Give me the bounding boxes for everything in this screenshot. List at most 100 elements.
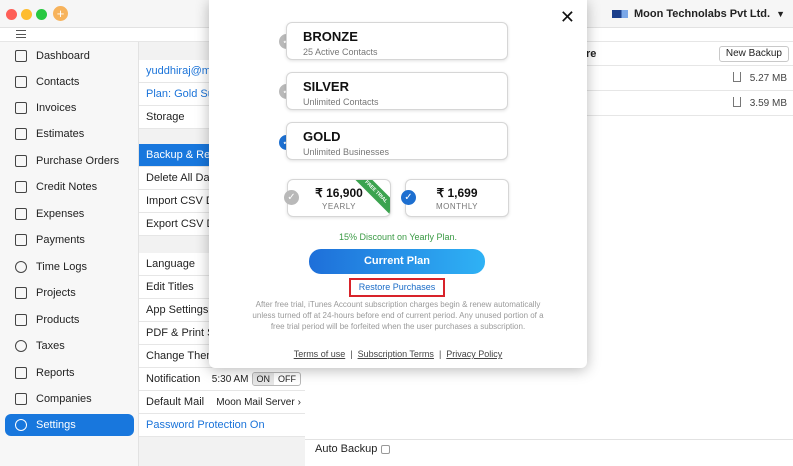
add-icon[interactable]: + xyxy=(53,6,68,21)
cart-icon xyxy=(15,155,27,167)
plan-card-gold[interactable]: GOLD Unlimited Businesses xyxy=(286,122,508,160)
toggle-off[interactable]: OFF xyxy=(274,373,300,385)
wallet-icon xyxy=(15,208,27,220)
sidebar-item-companies[interactable]: Companies xyxy=(5,388,134,410)
minimize-window-button[interactable] xyxy=(21,9,32,20)
link-separator: | xyxy=(438,349,442,359)
sidebar-item-label: Time Logs xyxy=(36,261,87,273)
link-separator: | xyxy=(350,349,353,359)
share-icon[interactable] xyxy=(733,72,741,82)
backup-size: 5.27 MB xyxy=(749,73,787,84)
clock-icon xyxy=(15,261,27,273)
zoom-window-button[interactable] xyxy=(36,9,47,20)
sidebar-item-label: Credit Notes xyxy=(36,181,98,193)
legal-links: Terms of use | Subscription Terms | Privacy … xyxy=(209,349,587,359)
notification-time[interactable]: 5:30 AM xyxy=(212,374,249,385)
price-period: YEARLY xyxy=(322,202,356,211)
sidebar-item-estimates[interactable]: Estimates xyxy=(5,123,134,145)
plan-name: SILVER xyxy=(303,79,349,94)
invoice-icon xyxy=(15,102,27,114)
sidebar-item-label: Purchase Orders xyxy=(36,155,120,167)
check-selected-icon: ✓ xyxy=(401,190,416,205)
close-window-button[interactable] xyxy=(6,9,17,20)
company-selector[interactable]: Moon Technolabs Pvt Ltd. ▼ xyxy=(612,6,785,22)
plan-name: GOLD xyxy=(303,129,341,144)
plan-card-silver[interactable]: SILVER Unlimited Contacts xyxy=(286,72,508,110)
contacts-icon xyxy=(15,76,27,88)
sidebar-item-invoices[interactable]: Invoices xyxy=(5,97,134,119)
sidebar-item-contacts[interactable]: Contacts xyxy=(5,71,134,93)
folder-icon xyxy=(15,287,27,299)
notification-item: Notification 5:30 AM ON OFF xyxy=(139,368,305,391)
plan-name: BRONZE xyxy=(303,29,358,44)
chevron-icon: › xyxy=(297,396,301,408)
credit-note-icon xyxy=(15,181,27,193)
home-icon xyxy=(15,50,27,62)
sidebar-item-projects[interactable]: Projects xyxy=(5,282,134,304)
estimate-icon xyxy=(15,128,27,140)
default-mail-item[interactable]: Default Mail Moon Mail Server › xyxy=(139,391,305,414)
sidebar-item-products[interactable]: Products xyxy=(5,309,134,331)
subscription-terms-link[interactable]: Subscription Terms xyxy=(358,349,434,359)
plan-description: Unlimited Contacts xyxy=(303,97,379,107)
sidebar-item-credit-notes[interactable]: Credit Notes xyxy=(5,176,134,198)
subscription-modal: ✕ ✓ BRONZE 25 Active Contacts ✓ SILVER U… xyxy=(209,0,587,368)
default-mail-value: Moon Mail Server xyxy=(216,396,295,408)
sidebar-item-label: Settings xyxy=(36,419,76,431)
price-card-monthly[interactable]: ₹ 1,699 MONTHLY xyxy=(405,179,509,217)
sidebar-item-label: Estimates xyxy=(36,128,85,140)
sidebar-item-label: Invoices xyxy=(36,102,77,114)
payment-icon xyxy=(15,234,27,246)
plan-description: 25 Active Contacts xyxy=(303,47,378,57)
gear-icon xyxy=(15,419,27,431)
plan-description: Unlimited Businesses xyxy=(303,147,390,157)
box-icon xyxy=(15,314,27,326)
price-period: MONTHLY xyxy=(435,202,479,211)
sidebar-item-reports[interactable]: Reports xyxy=(5,362,134,384)
menu-icon[interactable] xyxy=(16,30,26,38)
notification-toggle[interactable]: ON OFF xyxy=(251,372,301,386)
password-protection-item[interactable]: Password Protection On xyxy=(139,414,305,437)
auto-backup-option[interactable]: Auto Backup xyxy=(315,443,391,455)
close-icon[interactable]: ✕ xyxy=(560,8,575,26)
subscription-disclaimer: After free trial, iTunes Account subscri… xyxy=(252,300,544,331)
terms-of-use-link[interactable]: Terms of use xyxy=(294,349,346,359)
sidebar-item-label: Companies xyxy=(36,393,92,405)
divider xyxy=(305,439,793,440)
price-card-yearly[interactable]: ₹ 16,900 YEARLY FREE TRIAL xyxy=(287,179,391,217)
plan-card-bronze[interactable]: BRONZE 25 Active Contacts xyxy=(286,22,508,60)
new-backup-button[interactable]: New Backup xyxy=(718,46,789,62)
sidebar-item-label: Reports xyxy=(36,367,75,379)
section-gap xyxy=(139,437,305,466)
sidebar-item-expenses[interactable]: Expenses xyxy=(5,203,134,225)
sidebar-item-time-logs[interactable]: Time Logs xyxy=(5,256,134,278)
share-icon[interactable] xyxy=(733,97,741,107)
auto-backup-label: Auto Backup xyxy=(315,443,378,455)
building-icon xyxy=(15,393,27,405)
privacy-policy-link[interactable]: Privacy Policy xyxy=(446,349,502,359)
check-icon: ✓ xyxy=(284,190,299,205)
company-logo-icon xyxy=(612,10,628,18)
price-amount: ₹ 1,699 xyxy=(436,186,478,200)
sidebar-item-dashboard[interactable]: Dashboard xyxy=(5,45,134,67)
sidebar: Dashboard Contacts Invoices Estimates Pu… xyxy=(0,42,139,466)
default-mail-label: Default Mail xyxy=(146,396,205,408)
sidebar-item-label: Projects xyxy=(36,287,76,299)
sidebar-item-taxes[interactable]: Taxes xyxy=(5,335,134,357)
percent-icon xyxy=(15,340,27,352)
sidebar-item-label: Taxes xyxy=(36,340,65,352)
sidebar-item-settings[interactable]: Settings xyxy=(5,414,134,436)
caret-down-icon: ▼ xyxy=(776,9,785,19)
toggle-on[interactable]: ON xyxy=(252,373,274,385)
sidebar-item-label: Expenses xyxy=(36,208,85,220)
notification-label: Notification xyxy=(146,373,201,385)
sidebar-item-label: Contacts xyxy=(36,76,80,88)
current-plan-button[interactable]: Current Plan xyxy=(309,249,485,274)
backup-header-title: re xyxy=(586,48,597,60)
restore-purchases-link[interactable]: Restore Purchases xyxy=(349,278,445,297)
sidebar-item-label: Payments xyxy=(36,234,85,246)
sidebar-item-payments[interactable]: Payments xyxy=(5,229,134,251)
auto-backup-checkbox[interactable] xyxy=(381,444,391,454)
sidebar-item-purchase-orders[interactable]: Purchase Orders xyxy=(5,150,134,172)
default-mail-select[interactable]: Moon Mail Server › xyxy=(216,397,301,408)
